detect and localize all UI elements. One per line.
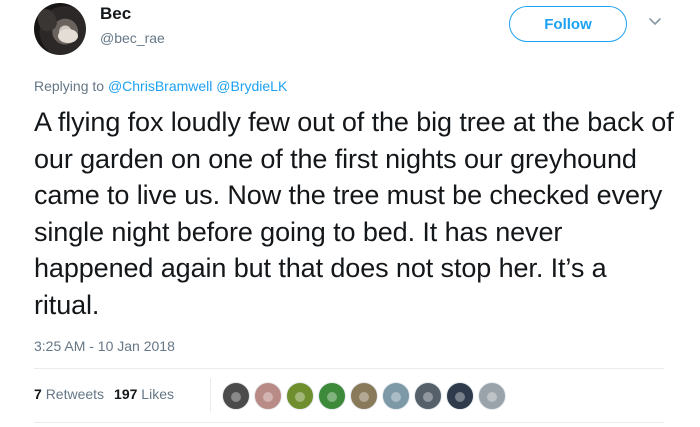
- likes-label: Likes: [141, 386, 174, 402]
- tweet-text: A flying fox loudly few out of the big t…: [34, 107, 674, 320]
- avatar-snout-shape: [58, 29, 78, 43]
- chevron-down-icon[interactable]: [648, 14, 662, 28]
- liker-avatar-9[interactable]: [478, 382, 506, 410]
- liker-avatar-8[interactable]: [446, 382, 474, 410]
- retweets-label: Retweets: [45, 386, 105, 402]
- reply-context: Replying to @ChrisBramwell @BrydieLK: [34, 78, 287, 94]
- retweets-count: 7: [34, 386, 42, 402]
- likes-stat[interactable]: 197 Likes: [114, 386, 174, 402]
- author-avatar[interactable]: [34, 3, 86, 55]
- divider-top: [34, 368, 664, 369]
- likes-count: 197: [114, 386, 138, 402]
- avatar-ear-shape: [34, 6, 60, 34]
- divider-bottom: [34, 422, 664, 423]
- liker-avatar-4[interactable]: [318, 382, 346, 410]
- likers-avatar-list: [222, 382, 510, 410]
- mention-link-chrisbramwell[interactable]: @ChrisBramwell: [108, 78, 212, 94]
- liker-avatar-1[interactable]: [222, 382, 250, 410]
- author-name[interactable]: Bec: [100, 4, 131, 24]
- liker-avatar-7[interactable]: [414, 382, 442, 410]
- tweet-timestamp[interactable]: 3:25 AM - 10 Jan 2018: [34, 338, 175, 354]
- tweet-stats: 7 Retweets 197 Likes: [34, 386, 174, 402]
- stats-separator: [210, 378, 211, 412]
- retweets-stat[interactable]: 7 Retweets: [34, 386, 104, 402]
- liker-avatar-3[interactable]: [286, 382, 314, 410]
- reply-prefix: Replying to: [34, 78, 105, 94]
- follow-button[interactable]: Follow: [509, 6, 627, 42]
- liker-avatar-6[interactable]: [382, 382, 410, 410]
- liker-avatar-2[interactable]: [254, 382, 282, 410]
- mention-link-brydielk[interactable]: @BrydieLK: [216, 78, 287, 94]
- author-handle[interactable]: @bec_rae: [100, 30, 165, 46]
- liker-avatar-5[interactable]: [350, 382, 378, 410]
